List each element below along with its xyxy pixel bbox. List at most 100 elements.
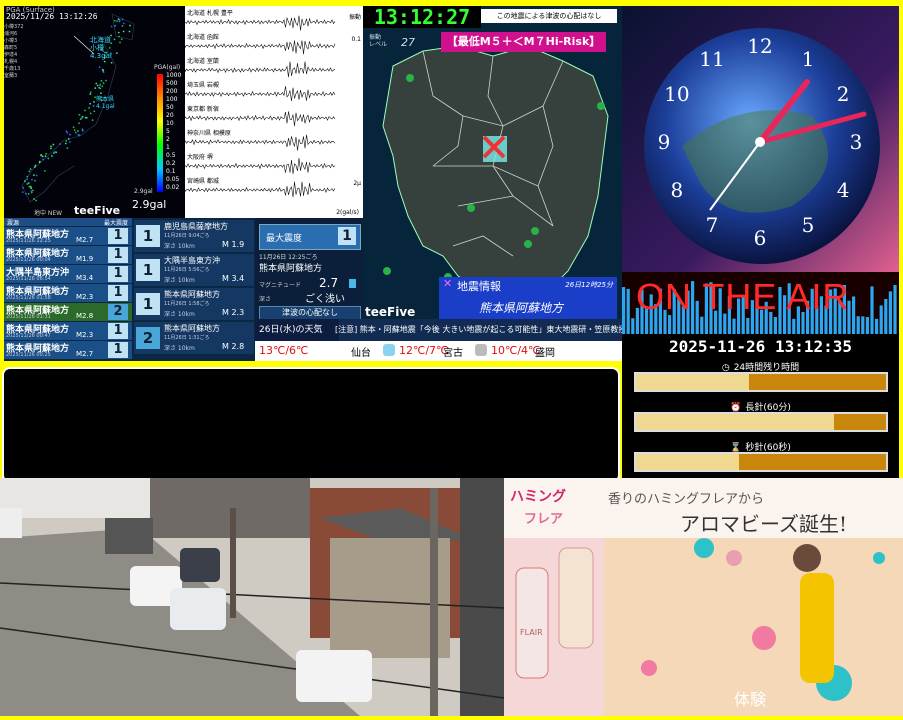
scale-tick: 5 bbox=[166, 128, 170, 135]
clock-number: 3 bbox=[850, 130, 863, 154]
quake-card[interactable]: 2 熊本県阿蘇地方 11月26日 1:31ごろ 深さ 10km M 2.8 bbox=[134, 322, 254, 354]
quake-card[interactable]: 1 鹿児島県薩摩地方 11月26日 9:04ごろ 深さ 10km M 1.9 bbox=[134, 220, 254, 252]
kyushu-map-panel: 13:12:27 この地震による津波の心配はなし 振動 レベル 27 【最低M５… bbox=[363, 6, 622, 326]
info-time: 11月26日 12:25ごろ bbox=[259, 254, 318, 261]
weather-row: 13℃/6℃ 仙台 12℃/7℃ 宮古 10℃/4℃ 盛岡 bbox=[255, 341, 622, 361]
card-depth: 深さ 10km bbox=[164, 345, 195, 352]
quake-mag: M2.7 bbox=[76, 236, 94, 244]
card-time: 11月26日 1:58ごろ bbox=[164, 301, 210, 307]
scale-tick: 10 bbox=[166, 120, 174, 127]
clock-number: 10 bbox=[664, 82, 689, 106]
quake-shindo: 1 bbox=[108, 285, 128, 301]
ad-product-logo: FLAIR bbox=[520, 628, 543, 637]
quake-list-item[interactable]: 熊本県阿蘇地方 2025/11/26 01:58 M2.3 1 bbox=[4, 284, 132, 302]
card-region: 鹿児島県薩摩地方 bbox=[164, 222, 228, 231]
card-shindo: 2 bbox=[136, 327, 160, 349]
quake-list-item[interactable]: 熊本県阿蘇地方 2025/11/26 00:47 M2.3 1 bbox=[4, 322, 132, 340]
quake-shindo: 2 bbox=[108, 304, 128, 320]
scale-tick: 100 bbox=[166, 96, 178, 103]
quake-list-item[interactable]: 大隅半島東方沖 2025/11/26 06:54 M3.4 1 bbox=[4, 265, 132, 283]
scale-tick: 500 bbox=[166, 80, 178, 87]
quake-time: 2025/11/26 00:47 bbox=[6, 333, 51, 339]
blank-overlay-area bbox=[0, 361, 622, 478]
ad-tagline: 香りのハミングフレアから bbox=[608, 492, 765, 507]
station-label: 北海道 室蘭 bbox=[187, 58, 219, 65]
quake-mag: M1.9 bbox=[76, 255, 94, 263]
weather-date: 26日(水)の天気 bbox=[255, 319, 339, 341]
sun-cloud-icon bbox=[383, 344, 395, 356]
pga-panel: PGA (Surface) 2025/11/26 13:12:26 小樽372 浦… bbox=[4, 6, 185, 218]
card-mag: M 2.3 bbox=[222, 308, 245, 317]
callout-kumamoto: 熊本県 4.1gal bbox=[96, 96, 115, 110]
teefive-logo: teeFive bbox=[74, 204, 121, 217]
weather-city: 宮古 bbox=[443, 348, 463, 359]
quake-mag: M2.7 bbox=[76, 350, 94, 358]
clock-number: 6 bbox=[754, 226, 767, 250]
clock-number: 4 bbox=[837, 178, 850, 202]
scale-tick: 20 bbox=[166, 112, 174, 119]
quake-shindo: 1 bbox=[108, 228, 128, 244]
quake-list-item[interactable]: 熊本県阿蘇地方 2025/11/26 00:04 M1.9 1 bbox=[4, 246, 132, 264]
clock-number: 12 bbox=[747, 34, 772, 58]
timer-bar-fill bbox=[636, 374, 749, 390]
card-region: 熊本県阿蘇地方 bbox=[164, 324, 220, 333]
weather-item: 宮古 10℃/4℃ bbox=[439, 341, 540, 361]
callout-hokkaido: 北海道 小樽 4.3gal bbox=[90, 36, 112, 60]
weather-item: 盛岡 bbox=[531, 341, 622, 361]
station-label: 東京都 新宿 bbox=[187, 106, 219, 113]
weather-city: 仙台 bbox=[351, 348, 371, 359]
station-label: 北海道 札幌 豊平 bbox=[187, 10, 233, 17]
map-clock: 13:12:27 bbox=[363, 6, 481, 28]
blank-black-box bbox=[2, 367, 620, 478]
timer-bar bbox=[634, 412, 888, 432]
weather-temps: 13℃/6℃ bbox=[259, 344, 309, 357]
scale-tick: 0.5 bbox=[166, 152, 176, 159]
quake-mag: M3.4 bbox=[76, 274, 94, 282]
max-pga-value: 2.9gal bbox=[132, 198, 167, 211]
quake-shindo: 1 bbox=[108, 247, 128, 263]
timer-bar bbox=[634, 452, 888, 472]
quake-list-item[interactable]: 熊本県阿蘇地方 2025/11/26 12:25 M2.7 1 bbox=[4, 227, 132, 245]
scale-tick: 200 bbox=[166, 88, 178, 95]
clock-number: 5 bbox=[802, 213, 815, 237]
shindo-level-value: 27 bbox=[401, 36, 415, 49]
quake-card[interactable]: 1 大隅半島東方沖 11月26日 5:56ごろ 深さ 10km M 3.4 bbox=[134, 254, 254, 286]
scale-tick: 1000 bbox=[166, 72, 182, 79]
quake-card[interactable]: 1 熊本県阿蘇地方 11月26日 1:58ごろ 深さ 10km M 2.3 bbox=[134, 288, 254, 320]
brand-small: 地中 NEW bbox=[34, 210, 63, 217]
info-magnitude: 2.7 bbox=[319, 276, 339, 290]
card-depth: 深さ 10km bbox=[164, 311, 195, 318]
scale-tick: 50 bbox=[166, 104, 174, 111]
timer-datetime: 2025-11-26 13:12:35 bbox=[668, 337, 853, 356]
quake-list-panel: 震源 最大震度 熊本県阿蘇地方 2025/11/26 12:25 M2.7 1 熊本県阿… bbox=[4, 218, 259, 361]
quake-shindo: 1 bbox=[108, 323, 128, 339]
quake-shindo: 1 bbox=[108, 342, 128, 358]
scale-tick: 0.05 bbox=[166, 176, 180, 183]
card-region: 熊本県阿蘇地方 bbox=[164, 290, 220, 299]
card-time: 11月26日 9:04ごろ bbox=[164, 233, 210, 239]
card-mag: M 2.8 bbox=[222, 342, 245, 351]
mag-color-chip bbox=[349, 279, 356, 288]
map-brand: teeFive bbox=[365, 305, 416, 319]
ad-headline: アロマビーズ誕生! bbox=[680, 512, 848, 536]
scale-tick: 2 bbox=[166, 136, 170, 143]
weather-item: 仙台 12℃/7℃ bbox=[347, 341, 448, 361]
clock-number: 9 bbox=[658, 130, 671, 154]
card-shindo: 1 bbox=[136, 225, 160, 247]
weather-city: 盛岡 bbox=[535, 348, 555, 359]
quake-list-item[interactable]: 熊本県阿蘇地方 2025/11/26 00:25 M2.7 1 bbox=[4, 341, 132, 359]
card-shindo: 1 bbox=[136, 293, 160, 315]
street-camera-image bbox=[0, 478, 504, 716]
quake-time: 2025/11/26 00:04 bbox=[6, 257, 51, 263]
analog-clock: 121234567891011 bbox=[622, 6, 899, 272]
timer-panel: 2025-11-26 13:12:35 ◷ 24時間残り時間 ⏰ 長針(60分) ⌛ 秒針… bbox=[622, 334, 899, 478]
ad-brand-line1: ハミング bbox=[510, 489, 566, 505]
card-mag: M 3.4 bbox=[222, 274, 245, 283]
quake-list-item[interactable]: 熊本県阿蘇地方 2025/11/26 01:31 M2.8 2 bbox=[4, 303, 132, 321]
quake-time: 2025/11/26 12:25 bbox=[6, 238, 51, 244]
news-ticker: [注意] 熊本・阿蘇地震「今後 大きい地震が起こる可能性」東大地震研・笠原教授 bbox=[335, 325, 622, 334]
station-scale: 振動 bbox=[348, 14, 361, 21]
quake-time: 2025/11/26 01:58 bbox=[6, 295, 51, 301]
weather-strip: 26日(水)の天気 [注意] 熊本・阿蘇地震「今後 大きい地震が起こる可能性」東… bbox=[255, 319, 622, 361]
analog-clock-panel: 12 1 2 3 4 5 6 7 8 9 10 11 bbox=[622, 6, 899, 272]
